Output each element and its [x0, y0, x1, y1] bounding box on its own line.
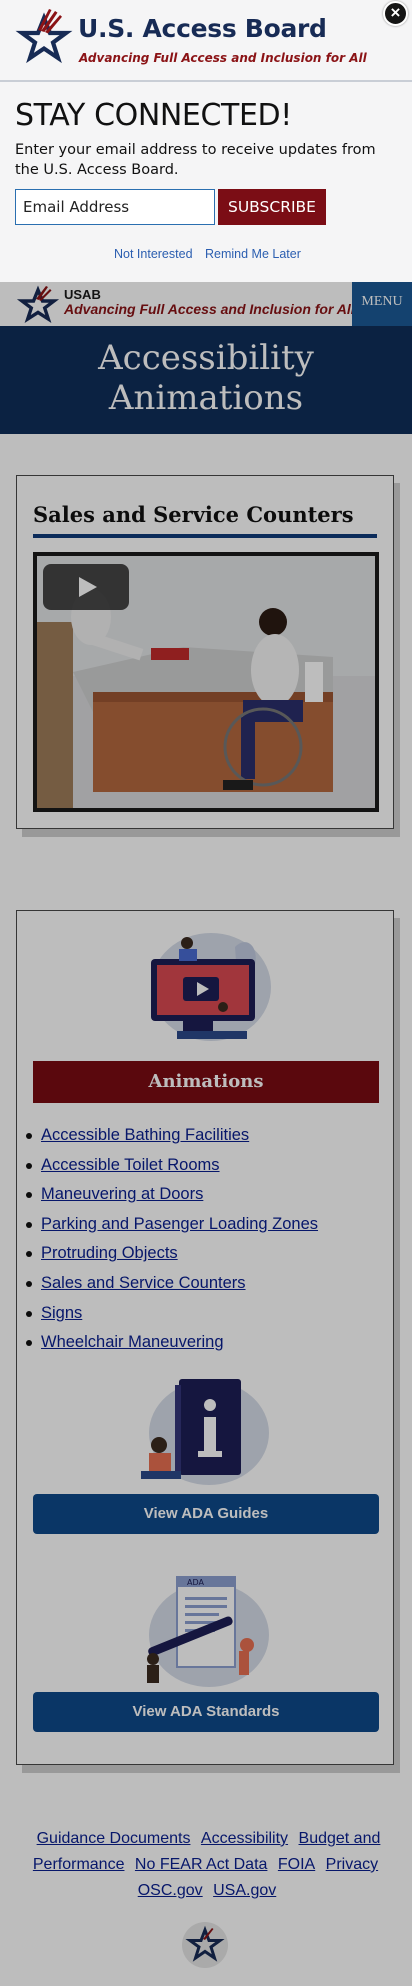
animations-list: Accessible Bathing Facilities Accessible…	[17, 1121, 395, 1358]
list-item: Accessible Bathing Facilities	[17, 1121, 395, 1151]
animation-link-wheelchair[interactable]: Wheelchair Maneuvering	[41, 1333, 224, 1351]
page: USAB Advancing Full Access and Inclusion…	[0, 0, 412, 1986]
not-interested-link[interactable]: Not Interested	[114, 247, 193, 261]
subscribe-button[interactable]: SUBSCRIBE	[218, 189, 326, 225]
popup-description: Enter your email address to receive upda…	[15, 142, 376, 178]
page-title: Accessibility Animations	[0, 338, 412, 418]
footer-link-accessibility[interactable]: Accessibility	[201, 1830, 288, 1847]
email-field[interactable]	[15, 189, 215, 225]
menu-button[interactable]: MENU	[352, 282, 412, 326]
list-item: Parking and Pasenger Loading Zones	[17, 1210, 395, 1240]
list-item: Accessible Toilet Rooms	[17, 1151, 395, 1181]
title-underline	[33, 534, 377, 538]
footer-link-usa[interactable]: USA.gov	[213, 1882, 276, 1899]
page-title-line2: Animations	[108, 378, 304, 418]
footer-link-privacy[interactable]: Privacy	[326, 1856, 378, 1873]
list-item: Wheelchair Maneuvering	[17, 1328, 395, 1358]
video-card: Sales and Service Counters	[16, 475, 394, 829]
footer-link-guidance[interactable]: Guidance Documents	[37, 1830, 191, 1847]
logo-tagline: Advancing Full Access and Inclusion for …	[79, 51, 367, 65]
usab-star-logo-icon[interactable]	[16, 284, 60, 324]
video-player[interactable]	[33, 552, 379, 812]
list-item: Signs	[17, 1299, 395, 1329]
header-short-name: USAB	[64, 287, 101, 302]
animation-link-signs[interactable]: Signs	[41, 1304, 82, 1322]
info-book-illustration-icon	[141, 1379, 269, 1485]
list-item: Maneuvering at Doors	[17, 1180, 395, 1210]
play-icon[interactable]	[43, 564, 129, 610]
popup-heading: STAY CONNECTED!	[15, 98, 292, 133]
footer-logo[interactable]	[182, 1922, 228, 1968]
footer-link-foia[interactable]: FOIA	[278, 1856, 315, 1873]
animation-link-toilet-rooms[interactable]: Accessible Toilet Rooms	[41, 1156, 220, 1174]
logo-title: U.S. Access Board	[78, 14, 327, 43]
close-icon[interactable]: ×	[383, 1, 408, 26]
footer-link-osc[interactable]: OSC.gov	[138, 1882, 203, 1899]
newsletter-popup: U.S. Access Board Advancing Full Access …	[0, 0, 412, 282]
animation-link-bathing[interactable]: Accessible Bathing Facilities	[41, 1126, 249, 1144]
footer-links: Guidance Documents Accessibility Budget …	[32, 1826, 382, 1904]
divider	[0, 80, 412, 82]
hero-banner: Accessibility Animations	[0, 326, 412, 434]
animations-card: Animations Accessible Bathing Facilities…	[16, 910, 394, 1765]
page-title-line1: Accessibility	[98, 338, 314, 378]
remind-me-later-link[interactable]: Remind Me Later	[205, 247, 301, 261]
animations-heading: Animations	[33, 1061, 379, 1103]
video-card-title: Sales and Service Counters	[33, 502, 354, 527]
footer: Guidance Documents Accessibility Budget …	[0, 1806, 412, 1986]
view-ada-standards-button[interactable]: View ADA Standards	[33, 1692, 379, 1732]
list-item: Sales and Service Counters	[17, 1269, 395, 1299]
animation-link-counters[interactable]: Sales and Service Counters	[41, 1274, 246, 1292]
video-monitor-illustration-icon	[151, 933, 271, 1041]
access-board-star-logo-icon	[15, 9, 73, 64]
header-tagline: Advancing Full Access and Inclusion for …	[64, 301, 355, 317]
ada-doc-label: ADA	[187, 1578, 204, 1587]
site-header: USAB Advancing Full Access and Inclusion…	[0, 282, 412, 326]
animation-link-doors[interactable]: Maneuvering at Doors	[41, 1185, 203, 1203]
view-ada-guides-button[interactable]: View ADA Guides	[33, 1494, 379, 1534]
list-item: Protruding Objects	[17, 1239, 395, 1269]
animation-link-protruding[interactable]: Protruding Objects	[41, 1244, 178, 1262]
animation-link-parking[interactable]: Parking and Pasenger Loading Zones	[41, 1215, 318, 1233]
footer-link-no-fear[interactable]: No FEAR Act Data	[135, 1856, 268, 1873]
footer-star-icon	[185, 1925, 225, 1962]
ada-document-illustration-icon: ADA	[147, 1576, 269, 1687]
